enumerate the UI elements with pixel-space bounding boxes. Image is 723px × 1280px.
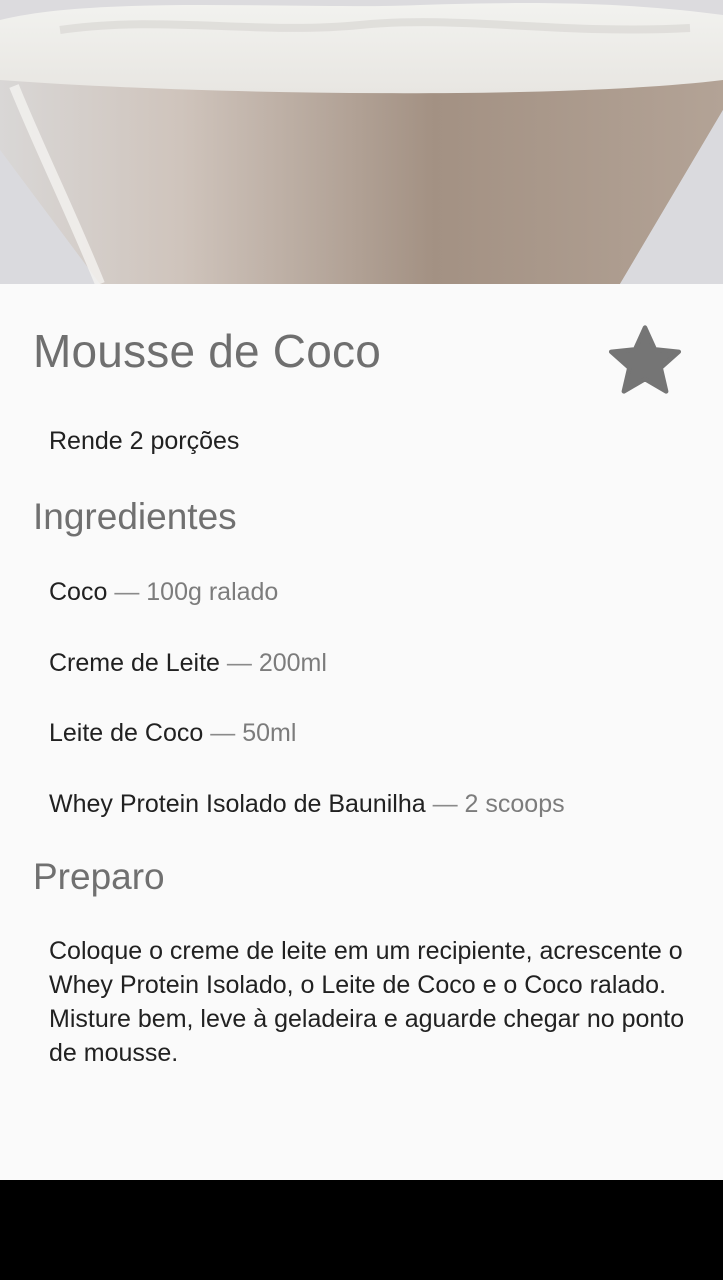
recipe-yield: Rende 2 porções [49, 427, 240, 455]
ingredients-heading: Ingredientes [33, 496, 237, 537]
ingredient-name: Leite de Coco [49, 719, 204, 747]
ingredient-quantity: 50ml [242, 719, 297, 747]
ingredient-quantity: 200ml [258, 648, 327, 677]
ingredient-name: Whey Protein Isolado de Baunilha [49, 789, 426, 818]
ingredient-separator: — [226, 648, 252, 677]
ingredient-item: Whey Protein Isolado de Baunilha — 2 sco… [49, 786, 565, 857]
ingredient-name: Coco [49, 578, 108, 606]
ingredient-separator: — [114, 578, 140, 606]
ingredient-separator: — [210, 719, 236, 747]
navigation-bar [0, 1180, 723, 1280]
star-icon [608, 325, 682, 394]
favorite-button[interactable] [604, 320, 686, 402]
method-heading: Preparo [33, 856, 165, 897]
ingredient-name: Creme de Leite [49, 648, 220, 677]
ingredient-item: Leite de Coco — 50ml [49, 715, 565, 786]
recipe-title: Mousse de Coco [33, 325, 381, 377]
dessert-glass-illustration [0, 0, 723, 284]
ingredient-separator: — [432, 789, 458, 818]
ingredient-item: Coco — 100g ralado [49, 574, 565, 645]
recipe-photo [0, 0, 723, 284]
ingredient-quantity: 100g ralado [146, 578, 279, 606]
ingredient-item: Creme de Leite — 200ml [49, 645, 565, 716]
ingredients-list: Coco — 100g ralado Creme de Leite — 200m… [49, 574, 565, 856]
ingredient-quantity: 2 scoops [464, 789, 565, 818]
recipe-details: Mousse de Coco Rende 2 porções Ingredien… [0, 284, 723, 1180]
method-text: Coloque o creme de leite em um recipient… [49, 937, 685, 1067]
